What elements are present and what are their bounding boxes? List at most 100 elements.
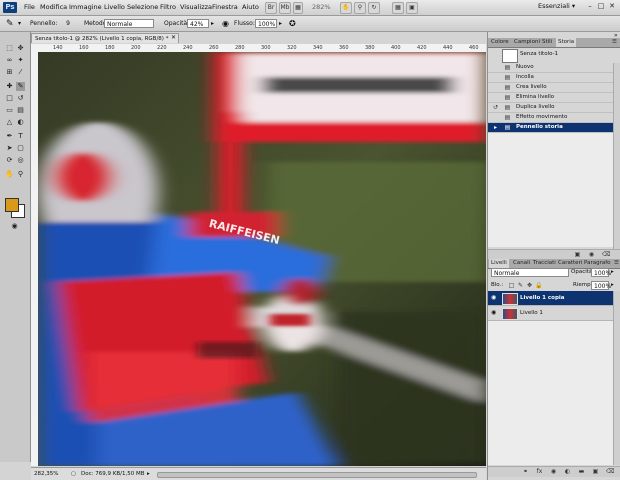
flow-input[interactable]: 100% [255,19,277,28]
history-item[interactable]: ▤ Elimina livello [488,93,620,103]
healing-tool-icon[interactable]: ✚ [5,82,14,91]
eyedropper-tool-icon[interactable]: ⁄ [16,68,25,77]
trash-icon[interactable]: ⌫ [602,251,610,258]
visibility-eye-icon[interactable]: ◉ [491,291,496,305]
brush-tool-icon[interactable]: ✎ [6,19,14,29]
history-item[interactable]: ▤ Effetto movimento [488,113,620,123]
hand-icon[interactable]: ✋ [340,2,352,14]
tab-canali[interactable]: Canali [511,259,532,268]
layers-scrollbar[interactable] [613,291,620,465]
quick-mask-icon[interactable]: ◉ [10,222,19,231]
tab-caratteri[interactable]: Caratteri [556,259,584,268]
shape-tool-icon[interactable]: ▢ [16,144,25,153]
opacity-arrow-icon[interactable]: ▸ [211,19,214,29]
history-brush-source-icon[interactable]: ↺ [492,104,499,111]
close-button[interactable]: ✕ [608,2,616,11]
layer-opacity-arrow-icon[interactable]: ▸ [611,269,614,275]
trash-icon[interactable]: ⌫ [606,468,614,475]
horizontal-scrollbar[interactable] [157,472,477,478]
zoom-tool-icon[interactable]: ⚲ [16,170,25,179]
menu-visualizza[interactable]: Visualizza [180,2,212,13]
minimize-button[interactable]: – [586,2,594,11]
menu-selezione[interactable]: Selezione [127,2,158,13]
layer-name[interactable]: Livello 1 copia [520,291,564,305]
zoom-level-dropdown[interactable]: 282% [312,2,331,13]
pressure-opacity-icon[interactable]: ◉ [222,19,229,29]
hand-tool-icon[interactable]: ✋ [5,170,14,179]
link-icon[interactable]: ⚭ [522,468,529,475]
tab-tracciati[interactable]: Tracciati [531,259,558,268]
rotate-view-icon[interactable]: ↻ [368,2,380,14]
blend-mode-select[interactable]: Normale [491,268,569,277]
document-tab[interactable]: Senza titolo-1 @ 282% (Livello 1 copia, … [31,33,179,43]
fill-input[interactable]: 100% [591,281,611,290]
eraser-tool-icon[interactable]: ▭ [5,106,14,115]
layer-name[interactable]: Livello 1 [520,306,543,320]
brush-preset-arrow-icon[interactable]: ▾ [18,19,21,29]
snapshot-thumbnail[interactable] [502,49,518,63]
guides-icon[interactable]: ▦ [293,2,303,14]
clone-stamp-tool-icon[interactable]: □ [5,94,14,103]
new-snapshot-icon[interactable]: ◉ [588,251,595,258]
fill-arrow-icon[interactable]: ▸ [611,282,614,288]
brush-tool-button[interactable]: ✎ [16,82,25,91]
maximize-button[interactable]: □ [597,2,605,11]
document-close-icon[interactable]: ✕ [171,34,176,41]
tab-campioni[interactable]: Campioni [512,38,542,47]
arrange-documents-icon[interactable]: ▦ [392,2,404,14]
photoshop-logo-icon[interactable]: Ps [3,2,17,13]
tab-storia[interactable]: Storia [556,38,577,47]
pen-tool-icon[interactable]: ✒ [5,132,14,141]
layer-row[interactable]: ◉ Livello 1 copia [488,291,620,306]
crop-tool-icon[interactable]: ⊞ [5,68,14,77]
3d-orbit-tool-icon[interactable]: ◎ [16,156,25,165]
tab-colore[interactable]: Colore [489,38,511,47]
folder-icon[interactable]: ▬ [578,468,585,475]
path-selection-tool-icon[interactable]: ➤ [5,144,14,153]
airbrush-icon[interactable]: ✪ [289,19,296,29]
dodge-tool-icon[interactable]: ◐ [16,118,25,127]
layer-row[interactable]: ◉ Livello 1 [488,306,620,321]
3d-rotate-tool-icon[interactable]: ⟳ [5,156,14,165]
menu-finestra[interactable]: Finestra [212,2,238,13]
brush-size-picker[interactable]: 9 [60,19,76,29]
menu-modifica[interactable]: Modifica [40,2,67,13]
status-zoom[interactable]: 282,35% [34,468,58,480]
mode-select[interactable]: Normale [104,19,154,28]
tab-paragrafo[interactable]: Paragrafo [582,259,613,268]
menu-aiuto[interactable]: Aiuto [242,2,259,13]
menu-immagine[interactable]: Immagine [69,2,102,13]
visibility-eye-icon[interactable]: ◉ [491,306,496,320]
lock-position-icon[interactable]: ✥ [526,282,533,289]
adjustment-icon[interactable]: ◐ [564,468,571,475]
new-document-from-state-icon[interactable]: ▣ [574,251,581,258]
workspace-switcher[interactable]: Essenziali ▾ [538,1,582,12]
quick-selection-tool-icon[interactable]: ✦ [16,56,25,65]
screen-mode-icon[interactable]: ▣ [406,2,418,14]
history-item[interactable]: ▤ Crea livello [488,83,620,93]
history-brush-tool-icon[interactable]: ↺ [16,94,25,103]
marquee-tool-icon[interactable]: ⬚ [5,44,14,53]
layer-opacity-input[interactable]: 100% [591,268,611,277]
lock-all-icon[interactable]: 🔒 [535,282,542,289]
lasso-tool-icon[interactable]: ∞ [5,56,14,65]
opacity-input[interactable]: 42% [187,19,209,28]
move-tool-icon[interactable]: ✥ [16,44,25,53]
new-layer-icon[interactable]: ▣ [592,468,599,475]
type-tool-icon[interactable]: T [16,132,25,141]
bridge-icon[interactable]: Br [265,2,277,14]
history-item[interactable]: ▤ Nuovo [488,63,620,73]
lock-transparency-icon[interactable]: □ [508,282,515,289]
foreground-color-swatch[interactable] [5,198,19,212]
blur-tool-icon[interactable]: △ [5,118,14,127]
tab-stili[interactable]: Stili [540,38,554,47]
menu-livello[interactable]: Livello [104,2,125,13]
tab-livelli[interactable]: Livelli [489,259,509,268]
menu-file[interactable]: File [24,2,35,13]
history-item[interactable]: ↺ ▤ Duplica livello [488,103,620,113]
flow-arrow-icon[interactable]: ▸ [279,19,282,29]
mini-bridge-icon[interactable]: Mb [279,2,291,14]
image-canvas[interactable]: RAIFFEISEN [38,52,486,466]
mask-icon[interactable]: ◉ [550,468,557,475]
menu-filtro[interactable]: Filtro [160,2,176,13]
